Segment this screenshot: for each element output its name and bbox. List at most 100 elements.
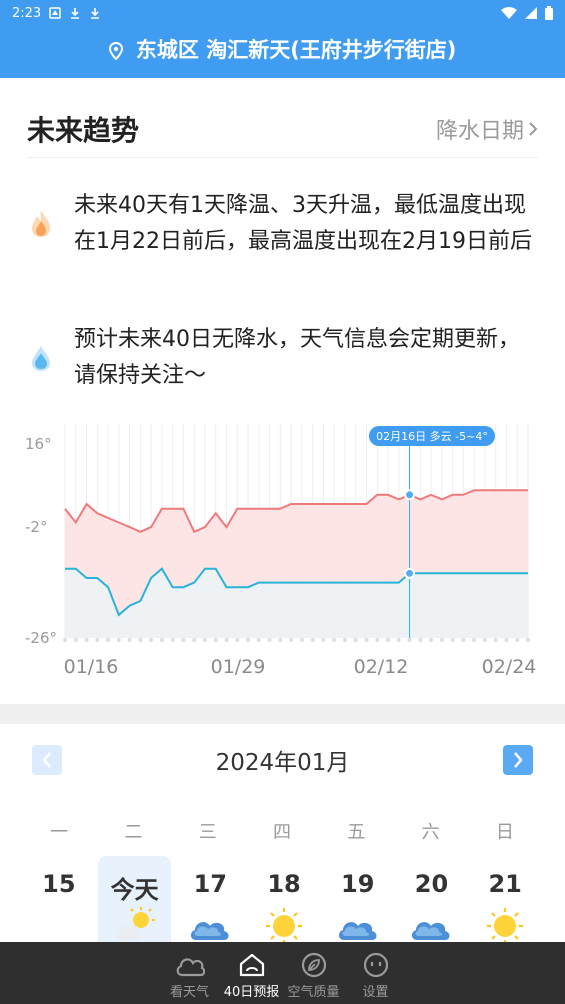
calendar-day[interactable]: 17 xyxy=(173,856,247,946)
weekday-label: 一 xyxy=(50,822,69,843)
chart-day-dot xyxy=(159,638,164,642)
chart-day-dot xyxy=(235,638,240,642)
y-tick-label: -2° xyxy=(25,518,47,536)
calendar-day[interactable]: 21 xyxy=(468,856,542,946)
chart-day-dot xyxy=(375,638,380,642)
calendar-day-number: 18 xyxy=(267,870,301,898)
chart-day-dot xyxy=(515,638,520,642)
chart-day-dot xyxy=(149,638,154,642)
nav-label: 40日预报 xyxy=(223,985,280,1000)
weekday-label: 二 xyxy=(124,822,143,843)
prev-month-button[interactable] xyxy=(32,745,62,775)
chart-day-dot xyxy=(439,638,444,642)
location-selector[interactable]: 东城区 淘汇新天(王府井步行街店) xyxy=(0,34,565,64)
chart-day-dot xyxy=(63,638,67,642)
sun-icon xyxy=(266,908,303,944)
chart-day-dot xyxy=(482,638,487,642)
chart-day-dot xyxy=(364,638,369,642)
x-tick-label: 02/12 xyxy=(354,656,409,678)
cloud-icon xyxy=(338,922,377,940)
chart-day-dot xyxy=(213,638,218,642)
chart-day-dot xyxy=(278,638,283,642)
calendar-day[interactable]: 19 xyxy=(321,856,395,946)
notification-icon xyxy=(49,7,61,19)
calendar-day[interactable]: 20 xyxy=(395,856,469,946)
tooltip-text: 02月16日 多云 -5~4° xyxy=(376,429,488,443)
chart-day-dot xyxy=(472,638,477,642)
status-time: 2:23 xyxy=(12,5,42,21)
location-pin-icon xyxy=(108,42,123,60)
chart-day-dot xyxy=(181,638,186,642)
face-icon xyxy=(363,952,388,978)
nav-label: 空气质量 xyxy=(287,985,340,1000)
chart-day-dot xyxy=(504,638,509,642)
chart-day-dot xyxy=(127,638,132,642)
location-text: 东城区 淘汇新天(王府井步行街店) xyxy=(135,38,457,62)
chart-day-dot xyxy=(73,638,78,642)
chart-day-dot xyxy=(224,638,229,642)
thermometer-flame-icon xyxy=(32,211,50,237)
chart-day-dot xyxy=(299,638,304,642)
chart-day-dot xyxy=(332,638,337,642)
y-tick-label: 16° xyxy=(25,435,52,453)
weekday-label: 四 xyxy=(272,822,291,843)
chart-day-dot xyxy=(106,638,111,642)
chart-day-dot xyxy=(170,638,175,642)
chart-day-dot xyxy=(289,638,294,642)
weekday-label: 五 xyxy=(347,822,366,843)
chart-day-dot xyxy=(95,638,100,642)
calendar-day-number: 15 xyxy=(42,870,76,898)
signal-icon xyxy=(525,7,537,19)
weekday-header: 一 二 三 四 五 六 日 xyxy=(22,818,542,844)
calendar-day-number: 21 xyxy=(488,870,522,898)
temperature-trend-chart[interactable]: 16° -2° -26° 01/16 01/29 02/12 02/24 02月16日 多… xyxy=(0,420,565,690)
chart-day-dot xyxy=(407,638,412,642)
x-tick-label: 01/29 xyxy=(211,656,266,678)
cloud-outline-icon xyxy=(176,958,205,977)
calendar-day-number: 17 xyxy=(193,870,227,898)
nav-weather[interactable]: 看天气 xyxy=(159,942,221,1004)
water-drop-icon xyxy=(32,346,50,371)
nav-40-day-forecast[interactable]: 40日预报 xyxy=(221,942,283,1004)
home-icon xyxy=(239,953,264,977)
chart-day-dot xyxy=(450,638,455,642)
leaf-icon xyxy=(301,952,326,978)
weekday-label: 三 xyxy=(198,822,217,843)
chart-day-dot xyxy=(202,638,207,642)
chevron-right-icon xyxy=(514,752,523,768)
precipitation-date-link[interactable]: 降水日期 xyxy=(436,113,538,145)
tooltip-low-point xyxy=(404,567,416,579)
chart-day-dot xyxy=(461,638,466,642)
battery-icon xyxy=(545,6,553,20)
cloud-icon xyxy=(191,922,229,940)
y-tick-label: -26° xyxy=(25,629,57,647)
chart-tooltip: 02月16日 多云 -5~4° xyxy=(369,426,495,446)
x-tick-label: 02/24 xyxy=(482,656,537,678)
weekday-label: 六 xyxy=(421,822,440,843)
chart-day-dot xyxy=(418,638,423,642)
nav-air-quality[interactable]: 空气质量 xyxy=(283,942,345,1004)
chart-day-dot xyxy=(116,638,121,642)
nav-label: 设置 xyxy=(362,985,389,1000)
rain-summary: 预计未来40日无降水，天气信息会定期更新，请保持关注～ xyxy=(28,322,537,394)
download-icon xyxy=(91,8,100,19)
tooltip-high-point xyxy=(404,489,416,501)
calendar-day-number: 19 xyxy=(341,870,375,898)
chart-day-dot xyxy=(310,638,315,642)
status-bar: 2:23 xyxy=(12,3,553,23)
trend-header: 未来趋势 降水日期 xyxy=(27,100,538,158)
chevron-left-icon xyxy=(42,752,51,768)
calendar-day-today[interactable]: 今天 xyxy=(97,856,172,946)
chart-day-dot xyxy=(386,638,391,642)
calendar-day[interactable]: 15 xyxy=(22,856,96,946)
trend-title: 未来趋势 xyxy=(27,113,140,147)
calendar-day[interactable]: 18 xyxy=(247,856,321,946)
chart-day-dot xyxy=(192,638,197,642)
next-month-button[interactable] xyxy=(503,745,533,775)
chart-day-dot xyxy=(246,638,251,642)
nav-settings[interactable]: 设置 xyxy=(345,942,407,1004)
weekday-label: 日 xyxy=(495,822,514,843)
sun-icon xyxy=(487,908,524,944)
top-header: 2:23 东城区 淘汇新天(王府井步行街店) xyxy=(0,0,565,78)
calendar-day-number: 20 xyxy=(414,870,449,898)
